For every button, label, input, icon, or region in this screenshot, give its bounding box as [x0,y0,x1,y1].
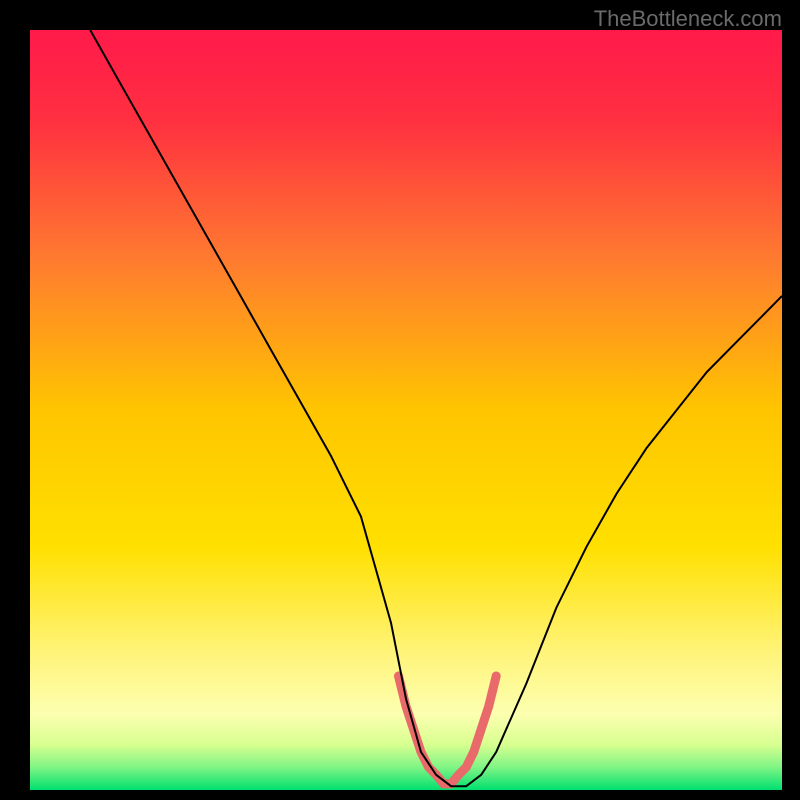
curve-overlay [30,30,782,790]
bottleneck-curve-path [90,30,782,786]
chart-area [30,30,782,790]
watermark-text: TheBottleneck.com [594,6,782,32]
valley-highlight-path [399,676,497,784]
